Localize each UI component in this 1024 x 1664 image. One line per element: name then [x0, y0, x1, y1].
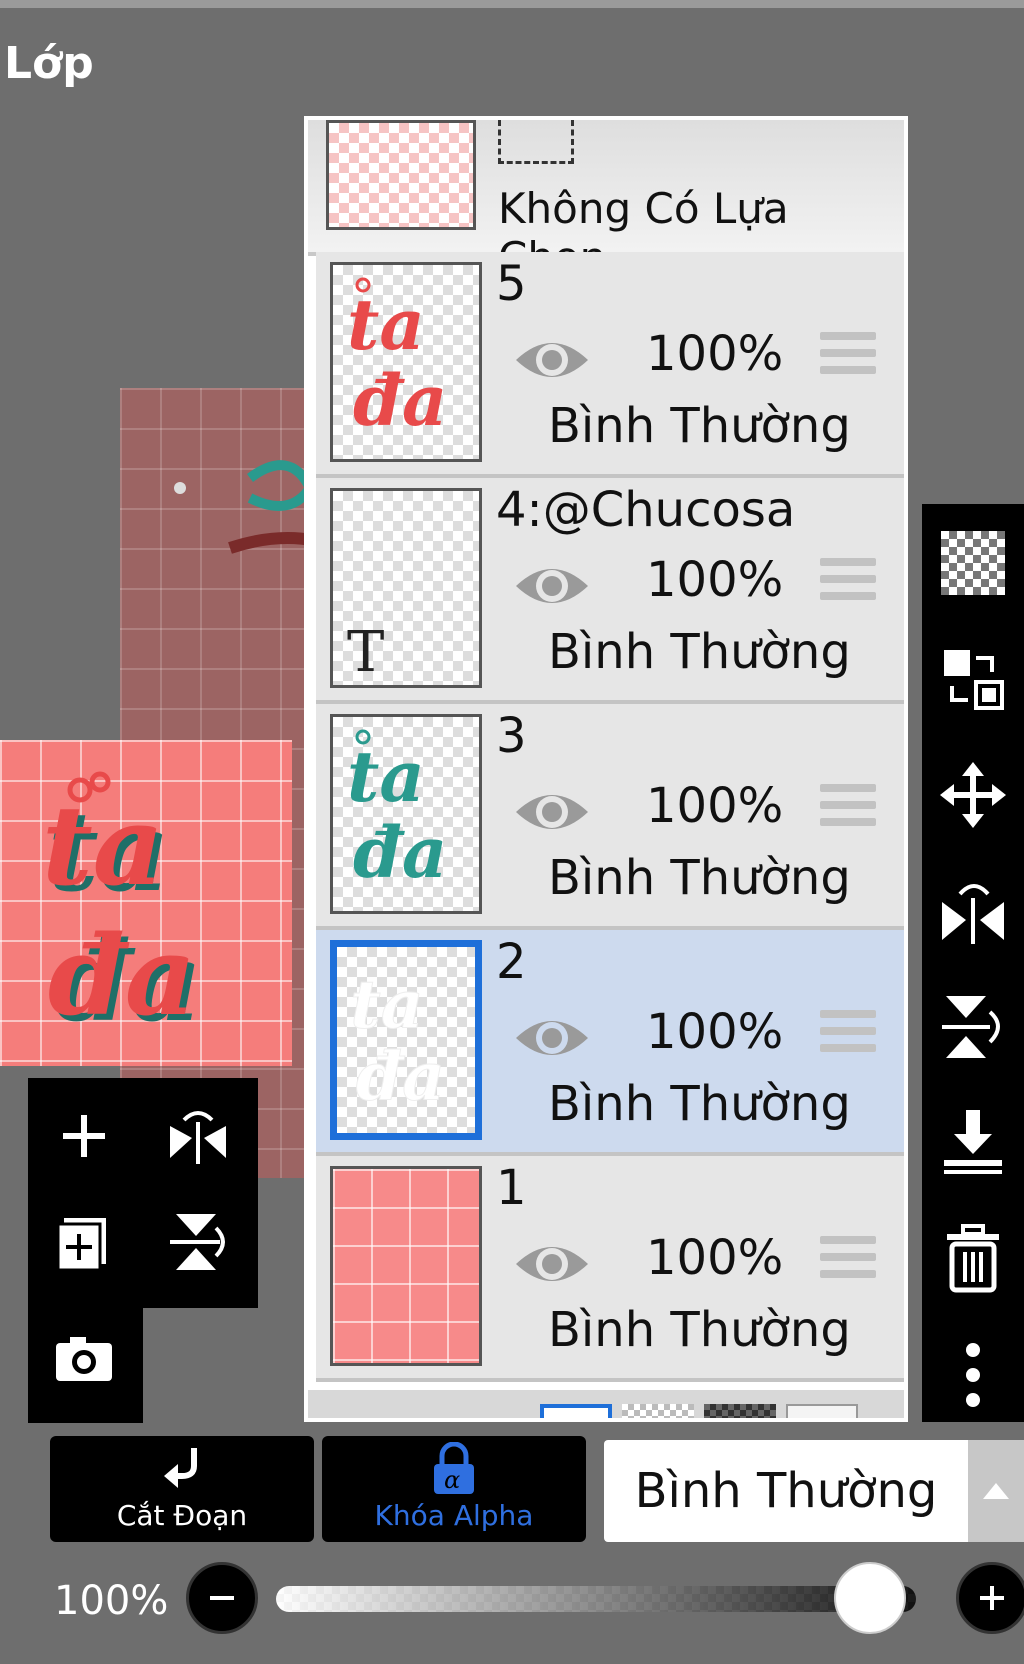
drag-handle-icon[interactable]: [820, 1010, 876, 1060]
layer-name: 3: [496, 708, 527, 764]
drag-handle-icon[interactable]: [820, 784, 876, 834]
layer-blend-mode: Bình Thường: [548, 850, 851, 906]
selection-layer-row[interactable]: Không Có Lựa Chọn: [308, 120, 904, 282]
opacity-value: 100%: [54, 1578, 169, 1624]
bg-dark-swatch[interactable]: [704, 1404, 776, 1418]
layer-row-selected[interactable]: ta đa 2 100% Bình Thường: [316, 930, 904, 1156]
right-toolbar: [922, 504, 1024, 1422]
drag-handle-icon[interactable]: [820, 332, 876, 382]
layer-row[interactable]: ta đa 3 100% Bình Thường: [316, 704, 904, 930]
layer-panel: Không Có Lựa Chọn ta đa 5 100% Bình Thườ…: [304, 116, 908, 1422]
layer-blend-mode: Bình Thường: [548, 398, 851, 454]
alpha-lock-label: Khóa Alpha: [374, 1499, 534, 1532]
layer-blend-mode: Bình Thường: [548, 1302, 851, 1358]
layer-name: 4:@Chucosa: [496, 482, 796, 538]
clip-arrow-icon: [164, 1448, 197, 1488]
layer-blend-mode: Bình Thường: [548, 624, 851, 680]
bg-white-swatch[interactable]: [540, 1404, 612, 1418]
eye-icon[interactable]: [512, 1008, 592, 1068]
svg-text:đa: đa: [356, 1038, 445, 1116]
svg-text:α: α: [444, 1466, 460, 1494]
layer-opacity: 100%: [646, 1004, 784, 1060]
layer-opacity: 100%: [646, 778, 784, 834]
layer-row[interactable]: T 4:@Chucosa 100% Bình Thường: [316, 478, 904, 704]
opacity-decrease-button[interactable]: [186, 1562, 258, 1634]
selection-marquee-icon: [498, 120, 574, 164]
flip-vertical-icon[interactable]: [932, 986, 1014, 1068]
layer-thumbnail: ta đa: [330, 714, 482, 914]
layer-thumbnail: T: [330, 488, 482, 688]
layer-opacity: 100%: [646, 1230, 784, 1286]
panel-bottom-strip: [308, 1390, 904, 1418]
opacity-increase-button[interactable]: [956, 1562, 1024, 1634]
add-copy-layer-icon[interactable]: [44, 1202, 124, 1282]
opacity-slider-knob[interactable]: [834, 1562, 906, 1634]
camera-icon[interactable]: [44, 1318, 124, 1398]
layer-thumbnail: [330, 1166, 482, 1366]
layer-blend-mode: Bình Thường: [548, 1076, 851, 1132]
bg-transparent-swatch[interactable]: [622, 1404, 694, 1418]
layer-row[interactable]: ta đa 5 100% Bình Thường: [316, 252, 904, 478]
flip-horizontal-icon[interactable]: [932, 870, 1014, 952]
layer-thumbnail: ta đa: [330, 940, 482, 1140]
selection-thumbnail: [326, 120, 476, 230]
eye-icon[interactable]: [512, 556, 592, 616]
layer-thumbnail: ta đa: [330, 262, 482, 462]
clip-label: Cắt Đoạn: [116, 1499, 248, 1532]
flip-vertical-icon[interactable]: [158, 1202, 238, 1282]
layer-opacity: 100%: [646, 326, 784, 382]
page-title: Lớp: [4, 38, 94, 89]
layer-name: 1: [496, 1160, 527, 1216]
svg-text:đa: đa: [353, 811, 447, 894]
svg-text:đa: đa: [48, 911, 196, 1040]
drag-handle-icon[interactable]: [820, 1236, 876, 1286]
alpha-lock-button[interactable]: α Khóa Alpha: [322, 1436, 586, 1542]
clip-button[interactable]: Cắt Đoạn: [50, 1436, 314, 1542]
status-strip: [0, 0, 1024, 8]
blend-mode-dropdown-icon[interactable]: [968, 1440, 1024, 1542]
canvas-preview: ta ta đa đa: [0, 740, 292, 1066]
flip-horizontal-icon[interactable]: [158, 1096, 238, 1176]
opacity-slider[interactable]: [276, 1586, 916, 1612]
move-icon[interactable]: [932, 754, 1014, 836]
eye-icon[interactable]: [512, 782, 592, 842]
layer-name: 2: [496, 934, 527, 990]
drag-handle-icon[interactable]: [820, 558, 876, 608]
text-layer-icon: T: [347, 620, 384, 685]
more-vertical-icon[interactable]: [932, 1334, 1014, 1416]
alpha-lock-icon: α: [434, 1442, 474, 1494]
svg-text:ta: ta: [42, 781, 164, 910]
svg-text:ta: ta: [347, 735, 425, 818]
eye-icon[interactable]: [512, 330, 592, 390]
svg-text:ta: ta: [347, 283, 425, 366]
bg-none-swatch[interactable]: [786, 1404, 858, 1418]
blend-mode-select[interactable]: Bình Thường: [604, 1440, 968, 1542]
trash-icon[interactable]: [932, 1218, 1014, 1300]
add-layer-icon[interactable]: [44, 1096, 124, 1176]
left-toolbox-lower: [28, 1308, 143, 1423]
transparency-icon[interactable]: [932, 522, 1014, 604]
merge-down-icon[interactable]: [932, 1102, 1014, 1184]
left-toolbox: [28, 1078, 258, 1308]
swap-layers-icon[interactable]: [932, 638, 1014, 720]
layer-opacity: 100%: [646, 552, 784, 608]
svg-text:đa: đa: [353, 359, 447, 442]
svg-text:ta: ta: [350, 966, 423, 1044]
layer-row[interactable]: 1 100% Bình Thường: [316, 1156, 904, 1382]
layer-name: 5: [496, 256, 527, 312]
eye-icon[interactable]: [512, 1234, 592, 1294]
